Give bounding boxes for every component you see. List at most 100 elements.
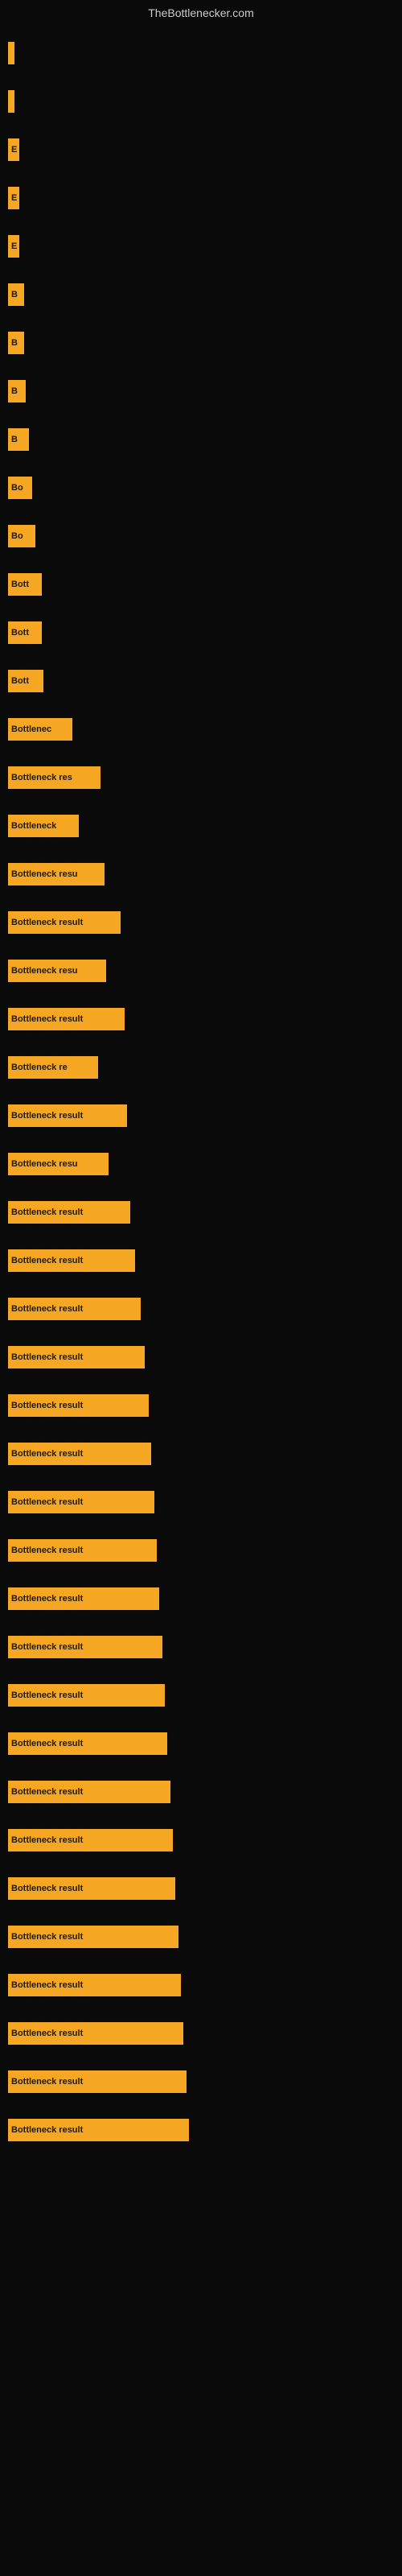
bar-row: Bottleneck result	[8, 1191, 402, 1233]
bar-row: Bottleneck result	[8, 1288, 402, 1330]
bar-item: Bo	[8, 477, 32, 499]
bar-label: B	[11, 386, 18, 396]
bar-label: Bottleneck result	[11, 1256, 83, 1265]
bar-label: B	[11, 435, 18, 444]
bars-container: E E E B B B B Bo Bo Bott Bott Bott Bottlenec Bottlene…	[0, 0, 402, 2157]
bar-label: Bottleneck result	[11, 2077, 83, 2087]
bar-item: Bottleneck resu	[8, 1153, 109, 1175]
bar-label: Bottleneck result	[11, 1690, 83, 1700]
bar-item: Bottleneck result	[8, 1684, 165, 1707]
bar-label: Bottleneck result	[11, 1401, 83, 1410]
bar-item: Bottleneck result	[8, 1781, 170, 1803]
bar-label: Bottleneck res	[11, 773, 72, 782]
bar-label: Bottleneck resu	[11, 869, 78, 879]
bar-row: Bottleneck result	[8, 2109, 402, 2151]
bar-row: Bott	[8, 612, 402, 654]
bar-row: E	[8, 177, 402, 219]
bar-item: B	[8, 428, 29, 451]
bar-item: Bottleneck resu	[8, 960, 106, 982]
bar-item: Bottleneck result	[8, 2022, 183, 2045]
bar-item	[8, 42, 14, 64]
bar-row: E	[8, 225, 402, 267]
bar-label: Bottleneck result	[11, 1014, 83, 1024]
bar-row: Bottleneck resu	[8, 1143, 402, 1185]
bar-row: Bottleneck result	[8, 1433, 402, 1475]
bar-label: Bottleneck result	[11, 1980, 83, 1990]
bar-item: Bo	[8, 525, 35, 547]
bar-row: Bottleneck result	[8, 1578, 402, 1620]
bar-label: Bottleneck result	[11, 1111, 83, 1121]
bar-label: Bo	[11, 483, 23, 493]
bar-item: Bottleneck result	[8, 1732, 167, 1755]
bar-row: Bottleneck result	[8, 1723, 402, 1765]
bar-row: Bottleneck result	[8, 2013, 402, 2054]
bar-label: Bottlenec	[11, 724, 51, 734]
bar-label: Bottleneck result	[11, 2029, 83, 2038]
site-title: TheBottlenecker.com	[148, 6, 254, 19]
bar-item: E	[8, 235, 19, 258]
bar-row: B	[8, 274, 402, 316]
bar-label: E	[11, 145, 17, 155]
bar-item: Bottleneck result	[8, 1346, 145, 1368]
bar-label: Bottleneck result	[11, 1642, 83, 1652]
bar-row: Bottleneck result	[8, 1771, 402, 1813]
bar-label: Bo	[11, 531, 23, 541]
bar-row: Bottleneck result	[8, 1626, 402, 1668]
bar-item: E	[8, 138, 19, 161]
bar-item: B	[8, 332, 24, 354]
bar-label: B	[11, 290, 18, 299]
bar-row: Bott	[8, 660, 402, 702]
bar-item: Bottleneck re	[8, 1056, 98, 1079]
bar-item: Bottleneck result	[8, 1201, 130, 1224]
bar-label: Bottleneck result	[11, 1546, 83, 1555]
bar-label: Bottleneck resu	[11, 966, 78, 976]
bar-row: Bottleneck result	[8, 1674, 402, 1716]
bar-row	[8, 32, 402, 74]
bar-row: Bottleneck resu	[8, 950, 402, 992]
bar-item: Bottleneck res	[8, 766, 100, 789]
bar-item	[8, 90, 14, 113]
bar-row: Bottlenec	[8, 708, 402, 750]
bar-label: Bott	[11, 676, 29, 686]
bar-label: E	[11, 193, 17, 203]
bar-row: Bottleneck result	[8, 1819, 402, 1861]
bar-row: Bottleneck result	[8, 998, 402, 1040]
bar-row: B	[8, 419, 402, 460]
bar-row: Bottleneck result	[8, 1336, 402, 1378]
bar-row: Bottleneck result	[8, 1964, 402, 2006]
bar-item: E	[8, 187, 19, 209]
bar-item: B	[8, 380, 26, 402]
bar-item: Bottleneck result	[8, 1249, 135, 1272]
bar-item: Bottleneck result	[8, 1829, 173, 1852]
bar-item: B	[8, 283, 24, 306]
bar-label: Bottleneck resu	[11, 1159, 78, 1169]
bar-label: B	[11, 338, 18, 348]
bar-label: Bottleneck result	[11, 1497, 83, 1507]
bar-row	[8, 80, 402, 122]
bar-item: Bottleneck result	[8, 2070, 187, 2093]
bar-item: Bottleneck resu	[8, 863, 105, 886]
bar-row: Bo	[8, 467, 402, 509]
bar-row: Bottleneck result	[8, 1868, 402, 1909]
bar-row: E	[8, 129, 402, 171]
bar-row: Bott	[8, 564, 402, 605]
bar-label: Bottleneck re	[11, 1063, 68, 1072]
bar-row: B	[8, 370, 402, 412]
bar-label: Bottleneck result	[11, 1449, 83, 1459]
bar-item: Bottleneck result	[8, 1443, 151, 1465]
bar-item: Bottleneck result	[8, 911, 121, 934]
bar-row: Bottleneck result	[8, 1916, 402, 1958]
bar-row: B	[8, 322, 402, 364]
bar-item: Bottleneck result	[8, 1539, 157, 1562]
bar-label: Bottleneck result	[11, 1835, 83, 1845]
bar-item: Bottleneck result	[8, 1974, 181, 1996]
bar-label: Bott	[11, 628, 29, 638]
bar-label: Bottleneck result	[11, 1594, 83, 1604]
bar-row: Bottleneck result	[8, 1240, 402, 1282]
bar-row: Bottleneck res	[8, 757, 402, 799]
bar-label: Bottleneck result	[11, 1208, 83, 1217]
bar-row: Bottleneck result	[8, 1481, 402, 1523]
bar-item: Bottleneck result	[8, 2119, 189, 2141]
bar-item: Bottleneck result	[8, 1104, 127, 1127]
bar-item: Bottleneck	[8, 815, 79, 837]
